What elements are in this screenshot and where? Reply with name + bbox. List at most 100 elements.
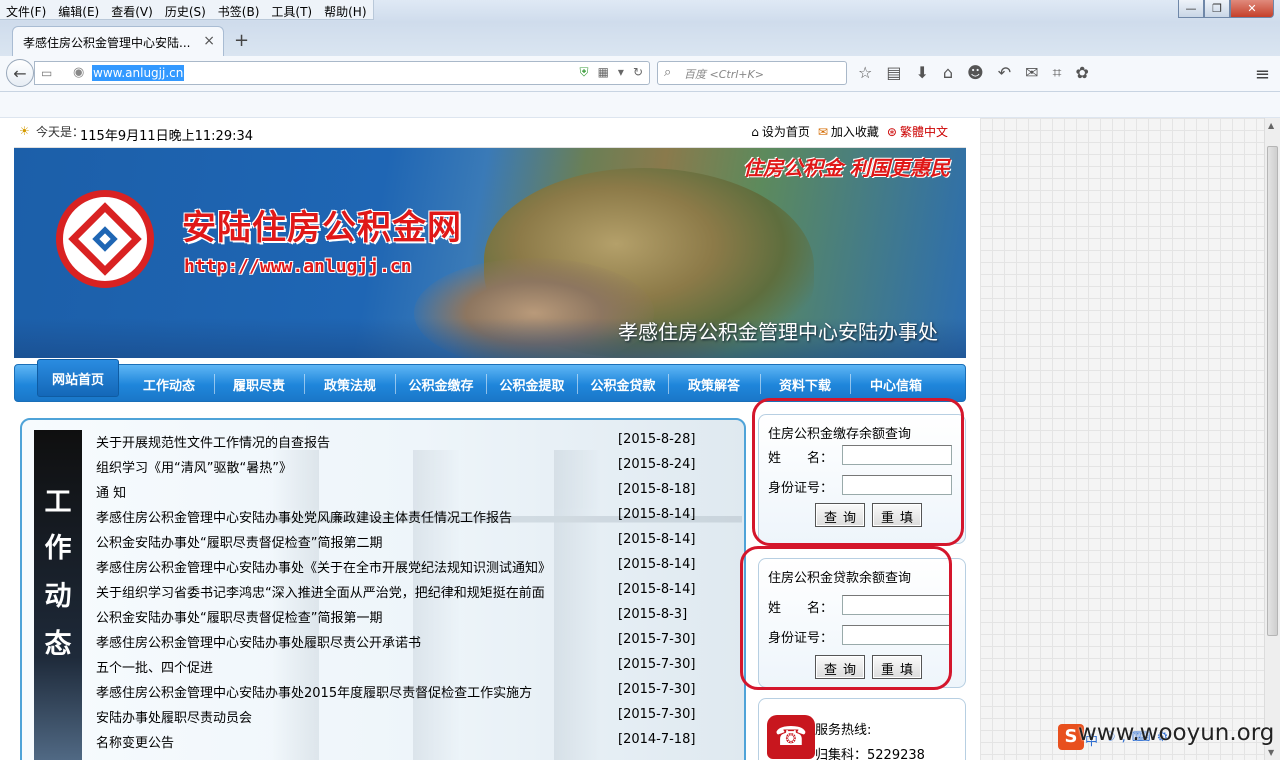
- main-nav: 网站首页 工作动态 履职尽责 政策法规 公积金缴存 公积金提取 公积金贷款 政策…: [14, 359, 966, 403]
- news-item[interactable]: 公积金安陆办事处“履职尽责督促检查”简报第一期 [2015-8-3]: [96, 603, 726, 628]
- hamburger-menu-icon[interactable]: ≡: [1255, 64, 1270, 85]
- news-item[interactable]: 孝感住房公积金管理中心安陆办事处2015年度履职尽责督促检查工作实施方 [2015…: [96, 678, 726, 703]
- restore-icon[interactable]: ❐: [1204, 0, 1230, 18]
- news-item-title[interactable]: 孝感住房公积金管理中心安陆办事处2015年度履职尽责督促检查工作实施方: [96, 682, 532, 701]
- menu-file[interactable]: 文件(F): [0, 0, 52, 19]
- vertical-scrollbar[interactable]: ▲ ▼: [1264, 118, 1280, 760]
- nav-policy[interactable]: 政策法规: [307, 365, 393, 403]
- dropdown-icon[interactable]: ▾: [618, 65, 624, 80]
- news-item-title[interactable]: 公积金安陆办事处“履职尽责督促检查”简报第一期: [96, 607, 382, 626]
- qr-icon[interactable]: ▦: [598, 65, 609, 80]
- scroll-up-icon[interactable]: ▲: [1268, 121, 1274, 130]
- nav-loan[interactable]: 公积金贷款: [578, 365, 668, 403]
- news-item-title[interactable]: 关于开展规范性文件工作情况的自查报告: [96, 432, 330, 451]
- bookmark-star-icon[interactable]: ☆: [858, 63, 872, 83]
- news-item[interactable]: 安陆办事处履职尽责动员会 [2015-7-30]: [96, 703, 726, 728]
- nav-duty[interactable]: 履职尽责: [217, 365, 301, 403]
- news-item[interactable]: 公积金安陆办事处“履职尽责督促检查”简报第二期 [2015-8-14]: [96, 528, 726, 553]
- undo-icon[interactable]: ↶: [998, 63, 1011, 83]
- traditional-chinese-link[interactable]: ⊛ 繁體中文: [887, 123, 948, 140]
- back-button[interactable]: ←: [6, 59, 34, 87]
- news-item-title[interactable]: 安陆办事处履职尽责动员会: [96, 707, 252, 726]
- menu-bookmarks[interactable]: 书签(B): [212, 0, 266, 19]
- tab-close-icon[interactable]: ×: [203, 33, 215, 49]
- nav-toolbar: ▭ ◉ www.anlugjj.cn ⛨ ▦ ▾ ↻ ← ⌕ 百度 <Ctrl+…: [0, 56, 1280, 92]
- menu-view[interactable]: 查看(V): [105, 0, 159, 19]
- add-favorite-link[interactable]: ✉ 加入收藏: [818, 123, 879, 140]
- news-item[interactable]: 关于组织学习省委书记李鸿忠“深入推进全面从严治党，把纪律和规矩挺在前面 [2015…: [96, 578, 726, 603]
- reload-icon[interactable]: ↻: [633, 65, 643, 80]
- minimize-icon[interactable]: —: [1178, 0, 1204, 18]
- extension-icon[interactable]: ✿: [1076, 63, 1089, 83]
- site-banner: 安陆住房公积金网 http://www.anlugjj.cn 住房公积金 利国更…: [14, 148, 966, 358]
- close-window-icon[interactable]: ✕: [1230, 0, 1274, 18]
- scroll-down-icon[interactable]: ▼: [1268, 748, 1274, 757]
- site-title: 安陆住房公积金网: [182, 208, 462, 248]
- news-item-title[interactable]: 组织学习《用“清风”驱散“暑热”》: [96, 457, 292, 476]
- menu-items: 文件(F) 编辑(E) 查看(V) 历史(S) 书签(B) 工具(T) 帮助(H…: [0, 0, 374, 20]
- nav-withdraw[interactable]: 公积金提取: [487, 365, 577, 403]
- nav-separator: [304, 374, 305, 394]
- menu-tools[interactable]: 工具(T): [265, 0, 318, 19]
- news-item-title[interactable]: 五个一批、四个促进: [96, 657, 213, 676]
- news-item[interactable]: 孝感住房公积金管理中心安陆办事处《关于在全市开展党纪法规知识测试通知》 [2015…: [96, 553, 726, 578]
- url-bar[interactable]: ▭ ◉ www.anlugjj.cn ⛨ ▦ ▾ ↻: [34, 61, 650, 85]
- menu-edit[interactable]: 编辑(E): [52, 0, 105, 19]
- download-icon[interactable]: ⬇: [915, 63, 928, 83]
- news-item[interactable]: 五个一批、四个促进 [2015-7-30]: [96, 653, 726, 678]
- news-item-title[interactable]: 通 知: [96, 482, 126, 501]
- shield-icon[interactable]: ⛨: [580, 65, 589, 80]
- browser-tab[interactable]: 孝感住房公积金管理中心安陆... ×: [12, 26, 224, 56]
- nav-separator: [214, 374, 215, 394]
- message-icon[interactable]: ✉: [1025, 63, 1038, 83]
- top-links: ⌂ 设为首页 ✉ 加入收藏 ⊛ 繁體中文: [751, 123, 948, 140]
- news-item-date: [2015-8-14]: [618, 582, 696, 597]
- news-item-date: [2015-8-14]: [618, 557, 696, 572]
- scroll-thumb[interactable]: [1267, 146, 1278, 636]
- url-text[interactable]: www.anlugjj.cn: [92, 65, 185, 81]
- news-item-title[interactable]: 孝感住房公积金管理中心安陆办事处履职尽责公开承诺书: [96, 632, 421, 651]
- news-item-title[interactable]: 孝感住房公积金管理中心安陆办事处党风廉政建设主体责任情况工作报告: [96, 507, 512, 526]
- work-news-panel: 工 作 动 态 关于开展规范性文件工作情况的自查报告 [2015-8-28] 组织学…: [20, 418, 746, 760]
- reading-list-icon[interactable]: ▤: [886, 63, 901, 83]
- home-icon[interactable]: ⌂: [943, 63, 953, 83]
- hotline-number: 归集科：5229238: [815, 748, 925, 760]
- site-url: http://www.anlugjj.cn: [184, 256, 412, 277]
- news-item-title[interactable]: 名称变更公告: [96, 732, 174, 751]
- search-icon: ⌕: [664, 65, 672, 80]
- tab-strip: 孝感住房公积金管理中心安陆... × +: [0, 22, 1280, 56]
- mail-icon: ✉: [817, 125, 828, 139]
- news-item-title[interactable]: 关于组织学习省委书记李鸿忠“深入推进全面从严治党，把纪律和规矩挺在前面: [96, 582, 545, 601]
- bookmark-bar: [0, 92, 1280, 118]
- new-tab-icon[interactable]: +: [234, 30, 249, 51]
- nav-home[interactable]: 网站首页: [37, 359, 119, 397]
- news-item-title[interactable]: 公积金安陆办事处“履职尽责督促检查”简报第二期: [96, 532, 382, 551]
- news-item[interactable]: 名称变更公告 [2014-7-18]: [96, 728, 726, 753]
- current-datetime: 115年9月11日晚上11:29:34: [80, 129, 254, 144]
- news-item[interactable]: 孝感住房公积金管理中心安陆办事处党风廉政建设主体责任情况工作报告 [2015-8-…: [96, 503, 726, 528]
- page-viewport: ☀ 今天是： 115年9月11日晚上11:29:34 ⌂ 设为首页 ✉ 加入收藏 ⊛…: [0, 118, 1264, 760]
- nav-faq[interactable]: 政策解答: [669, 365, 759, 403]
- add-favorite-label: 加入收藏: [830, 125, 879, 139]
- banner-office-name: 孝感住房公积金管理中心安陆办事处: [618, 320, 938, 344]
- news-item-title[interactable]: 孝感住房公积金管理中心安陆办事处《关于在全市开展党纪法规知识测试通知》: [96, 557, 551, 576]
- search-bar[interactable]: ⌕ 百度 <Ctrl+K>: [657, 61, 847, 85]
- sidebar-char: 工: [44, 487, 72, 518]
- news-item-date: [2015-8-14]: [618, 532, 696, 547]
- menu-help[interactable]: 帮助(H): [318, 0, 372, 19]
- news-item[interactable]: 关于开展规范性文件工作情况的自查报告 [2015-8-28]: [96, 428, 726, 453]
- nav-work-news[interactable]: 工作动态: [127, 365, 211, 403]
- news-item[interactable]: 组织学习《用“清风”驱散“暑热”》 [2015-8-24]: [96, 453, 726, 478]
- window-controls: — ❐ ✕: [1178, 0, 1274, 18]
- set-home-link[interactable]: ⌂ 设为首页: [751, 123, 810, 140]
- nav-separator: [395, 374, 396, 394]
- nav-deposit[interactable]: 公积金缴存: [397, 365, 485, 403]
- sidebar-char: 动: [44, 581, 72, 612]
- chat-icon[interactable]: ☻: [967, 63, 984, 83]
- news-item[interactable]: 通 知 [2015-8-18]: [96, 478, 726, 503]
- menu-history[interactable]: 历史(S): [159, 0, 212, 19]
- swirl-icon: ⊛: [886, 125, 897, 139]
- toolbar-icons: ☆ ▤ ⬇ ⌂ ☻ ↶ ✉ ⌗ ✿: [858, 63, 1089, 83]
- news-item[interactable]: 孝感住房公积金管理中心安陆办事处履职尽责公开承诺书 [2015-7-30]: [96, 628, 726, 653]
- crop-icon[interactable]: ⌗: [1053, 63, 1062, 83]
